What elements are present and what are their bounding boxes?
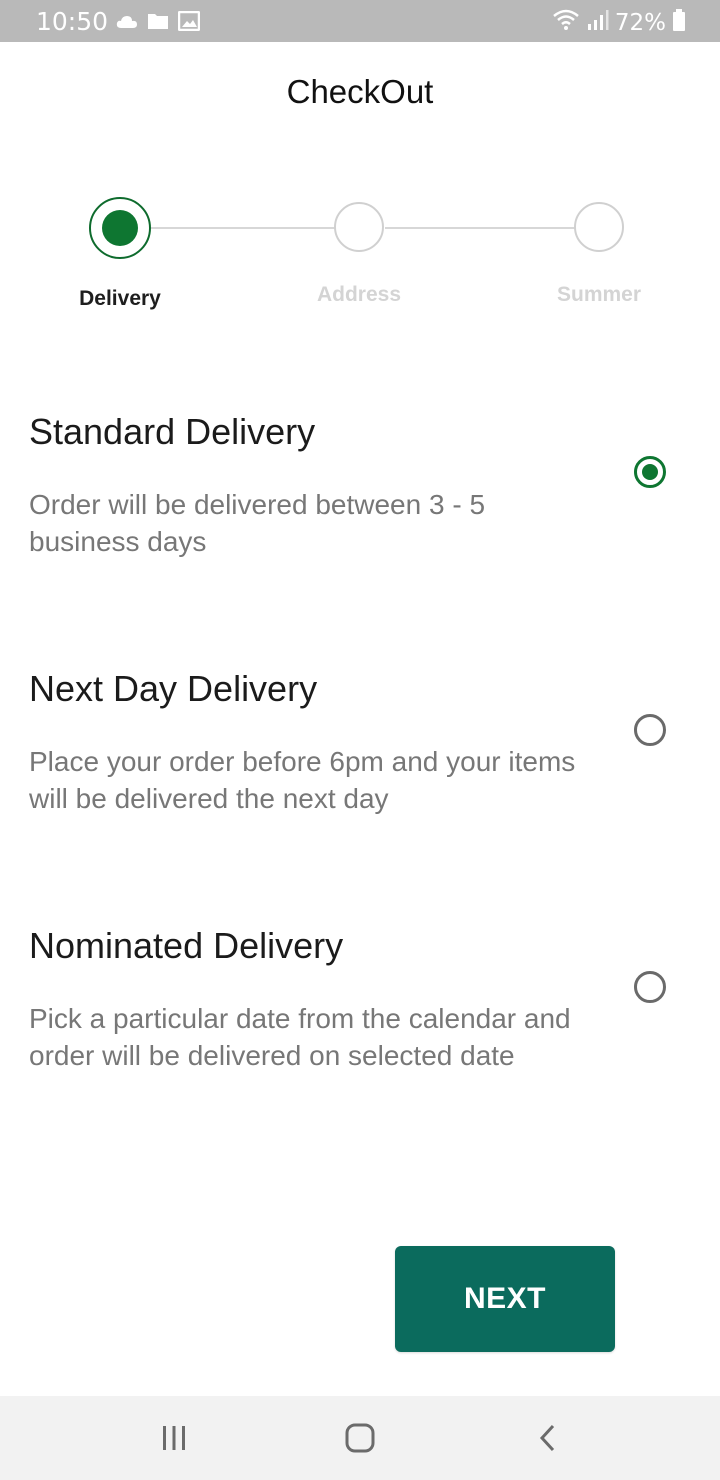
option-title: Next Day Delivery	[29, 668, 318, 709]
step-active-dot	[102, 210, 138, 246]
delivery-option-nominated[interactable]: Nominated Delivery Pick a particular dat…	[0, 924, 720, 1124]
home-icon[interactable]	[340, 1418, 380, 1458]
option-description: Order will be delivered between 3 - 5 bu…	[29, 489, 486, 557]
radio-nominated-delivery[interactable]	[634, 971, 666, 1003]
status-left-icons	[116, 10, 201, 35]
cloud-icon	[116, 14, 138, 33]
option-description: Pick a particular date from the calendar…	[29, 1003, 571, 1071]
signal-icon	[587, 9, 609, 37]
page-title: CheckOut	[286, 73, 434, 110]
option-title: Standard Delivery	[29, 411, 316, 452]
option-description: Place your order before 6pm and your ite…	[29, 746, 576, 814]
stepper-connector	[151, 227, 335, 229]
wifi-icon	[551, 8, 581, 38]
delivery-option-standard[interactable]: Standard Delivery Order will be delivere…	[0, 410, 720, 580]
folder-icon	[147, 12, 169, 34]
stepper-connector	[385, 227, 575, 229]
option-title: Nominated Delivery	[29, 925, 344, 966]
battery-icon	[672, 9, 686, 37]
next-button[interactable]: NEXT	[395, 1246, 615, 1352]
radio-next-day-delivery[interactable]	[634, 714, 666, 746]
radio-standard-delivery[interactable]	[634, 456, 666, 488]
step-indicator-address[interactable]	[334, 202, 384, 252]
system-nav-bar	[0, 1396, 720, 1480]
delivery-option-next-day[interactable]: Next Day Delivery Place your order befor…	[0, 667, 720, 837]
status-bar: 10:50 72%	[0, 0, 720, 42]
image-icon	[177, 10, 201, 35]
recents-icon[interactable]	[154, 1418, 194, 1458]
step-label-delivery: Delivery	[79, 287, 161, 310]
step-label-address: Address	[316, 283, 402, 306]
battery-percent: 72%	[614, 10, 666, 36]
radio-selected-dot	[642, 464, 658, 480]
step-indicator-summer[interactable]	[574, 202, 624, 252]
status-right-icons: 72%	[551, 8, 686, 38]
step-label-summer: Summer	[556, 283, 642, 306]
step-indicator-delivery[interactable]	[89, 197, 151, 259]
back-icon[interactable]	[528, 1418, 568, 1458]
status-time: 10:50	[36, 7, 109, 36]
